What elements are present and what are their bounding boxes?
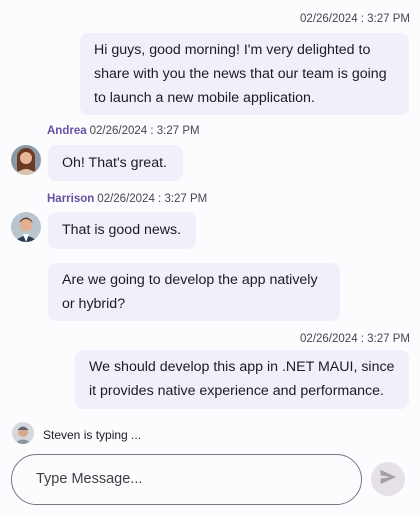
message-input[interactable] [36,455,336,503]
message-text-line: or hybrid? [62,296,126,312]
message-header: Harrison 02/26/2024 : 3:27 PM [47,193,207,205]
incoming-message-bubble: That is good news. [48,212,196,249]
message-composer[interactable] [11,454,362,505]
message-timestamp: 02/26/2024 : 3:27 PM [89,125,200,137]
send-button[interactable] [371,462,405,496]
message-text-line: We should develop this app in .NET MAUI,… [89,359,395,375]
message-text: That is good news. [62,222,182,238]
message-text-line: it provides native experience and perfor… [89,383,384,399]
message-text: Oh! That's great. [62,155,167,171]
message-header: Andrea 02/26/2024 : 3:27 PM [47,125,200,137]
typing-indicator: Steven is typing ... [43,428,142,442]
message-text-line: share with you the news that our team is… [94,66,387,82]
outgoing-message-bubble: We should develop this app in .NET MAUI,… [75,350,409,409]
avatar-harrison-icon [11,212,41,242]
message-text-line: to launch a new mobile application. [94,90,315,106]
avatar-andrea-icon [11,145,41,175]
incoming-message-bubble: Oh! That's great. [48,145,183,181]
message-timestamp: 02/26/2024 : 3:27 PM [300,13,410,25]
incoming-message-bubble: Are we going to develop the app natively… [48,263,340,321]
author-name: Harrison [47,193,95,205]
message-text-line: Hi guys, good morning! I'm very delighte… [94,42,371,58]
message-text-line: Are we going to develop the app natively [62,272,318,288]
outgoing-message-bubble: Hi guys, good morning! I'm very delighte… [80,33,409,115]
author-name: Andrea [47,125,87,137]
message-timestamp: 02/26/2024 : 3:27 PM [97,193,208,205]
avatar-steven-icon [12,422,34,444]
message-timestamp: 02/26/2024 : 3:27 PM [300,333,410,345]
send-icon [378,467,398,492]
